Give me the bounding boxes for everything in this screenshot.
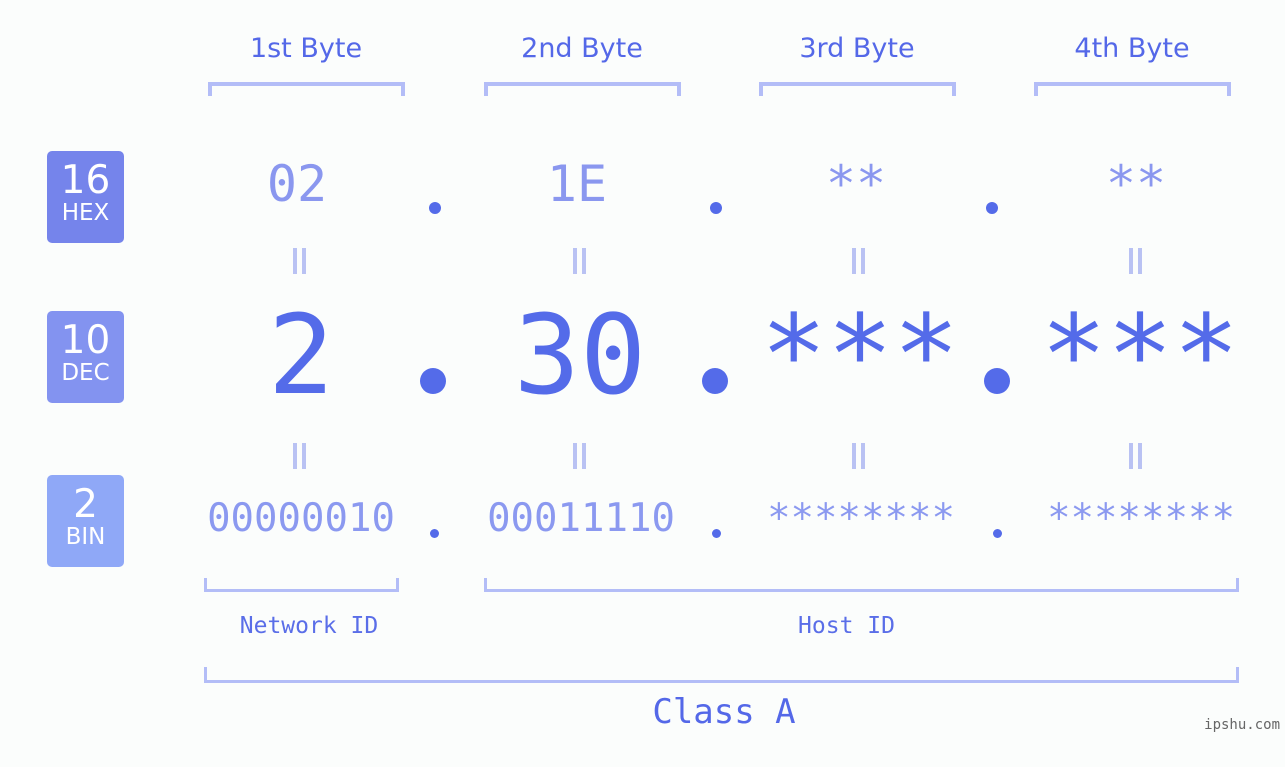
equals-marker <box>1129 443 1143 469</box>
bin-byte-2: 00011110 <box>487 496 675 541</box>
bin-separator-dot <box>993 529 1002 538</box>
bin-separator-dot <box>712 529 721 538</box>
hex-separator-dot <box>429 202 441 214</box>
bin-badge: 2 BIN <box>47 475 124 567</box>
equals-marker <box>293 443 307 469</box>
byte-header-4: 4th Byte <box>1074 33 1190 64</box>
hex-byte-4: ** <box>1105 155 1167 213</box>
equals-marker <box>1129 248 1143 274</box>
bin-byte-3: ******** <box>767 496 955 541</box>
bin-byte-1: 00000010 <box>207 496 395 541</box>
hex-badge-base: 16 <box>60 158 111 203</box>
class-bracket <box>204 667 1239 683</box>
dec-separator-dot <box>420 368 446 394</box>
byte-header-3: 3rd Byte <box>799 33 915 64</box>
host-id-bracket <box>484 578 1239 592</box>
class-label: Class A <box>652 692 796 732</box>
dec-byte-3: *** <box>760 291 960 419</box>
equals-marker <box>573 248 587 274</box>
bin-badge-base: 2 <box>73 482 98 527</box>
equals-marker <box>852 248 866 274</box>
byte-bracket-1 <box>208 82 405 96</box>
hex-badge: 16 HEX <box>47 151 124 243</box>
network-id-bracket <box>204 578 399 592</box>
dec-badge-base: 10 <box>60 318 111 363</box>
byte-header-2: 2nd Byte <box>521 33 643 64</box>
byte-bracket-2 <box>484 82 681 96</box>
hex-byte-2: 1E <box>546 155 608 213</box>
host-id-label: Host ID <box>798 613 895 639</box>
byte-bracket-3 <box>759 82 956 96</box>
dec-byte-4: *** <box>1040 291 1240 419</box>
dec-byte-1: 2 <box>267 291 335 419</box>
hex-separator-dot <box>710 202 722 214</box>
dec-byte-2: 30 <box>513 291 647 419</box>
hex-byte-3: ** <box>825 155 887 213</box>
hex-separator-dot <box>986 202 998 214</box>
dec-badge: 10 DEC <box>47 311 124 403</box>
byte-header-1: 1st Byte <box>249 33 363 64</box>
dec-separator-dot <box>702 368 728 394</box>
dec-separator-dot <box>984 368 1010 394</box>
bin-separator-dot <box>430 529 439 538</box>
hex-byte-1: 02 <box>266 155 328 213</box>
bin-byte-4: ******** <box>1047 496 1235 541</box>
equals-marker <box>573 443 587 469</box>
bin-badge-label: BIN <box>65 524 106 550</box>
dec-badge-label: DEC <box>61 360 110 386</box>
network-id-label: Network ID <box>239 613 379 639</box>
byte-bracket-4 <box>1034 82 1231 96</box>
equals-marker <box>852 443 866 469</box>
equals-marker <box>293 248 307 274</box>
hex-badge-label: HEX <box>61 200 110 226</box>
watermark: ipshu.com <box>1204 717 1280 733</box>
